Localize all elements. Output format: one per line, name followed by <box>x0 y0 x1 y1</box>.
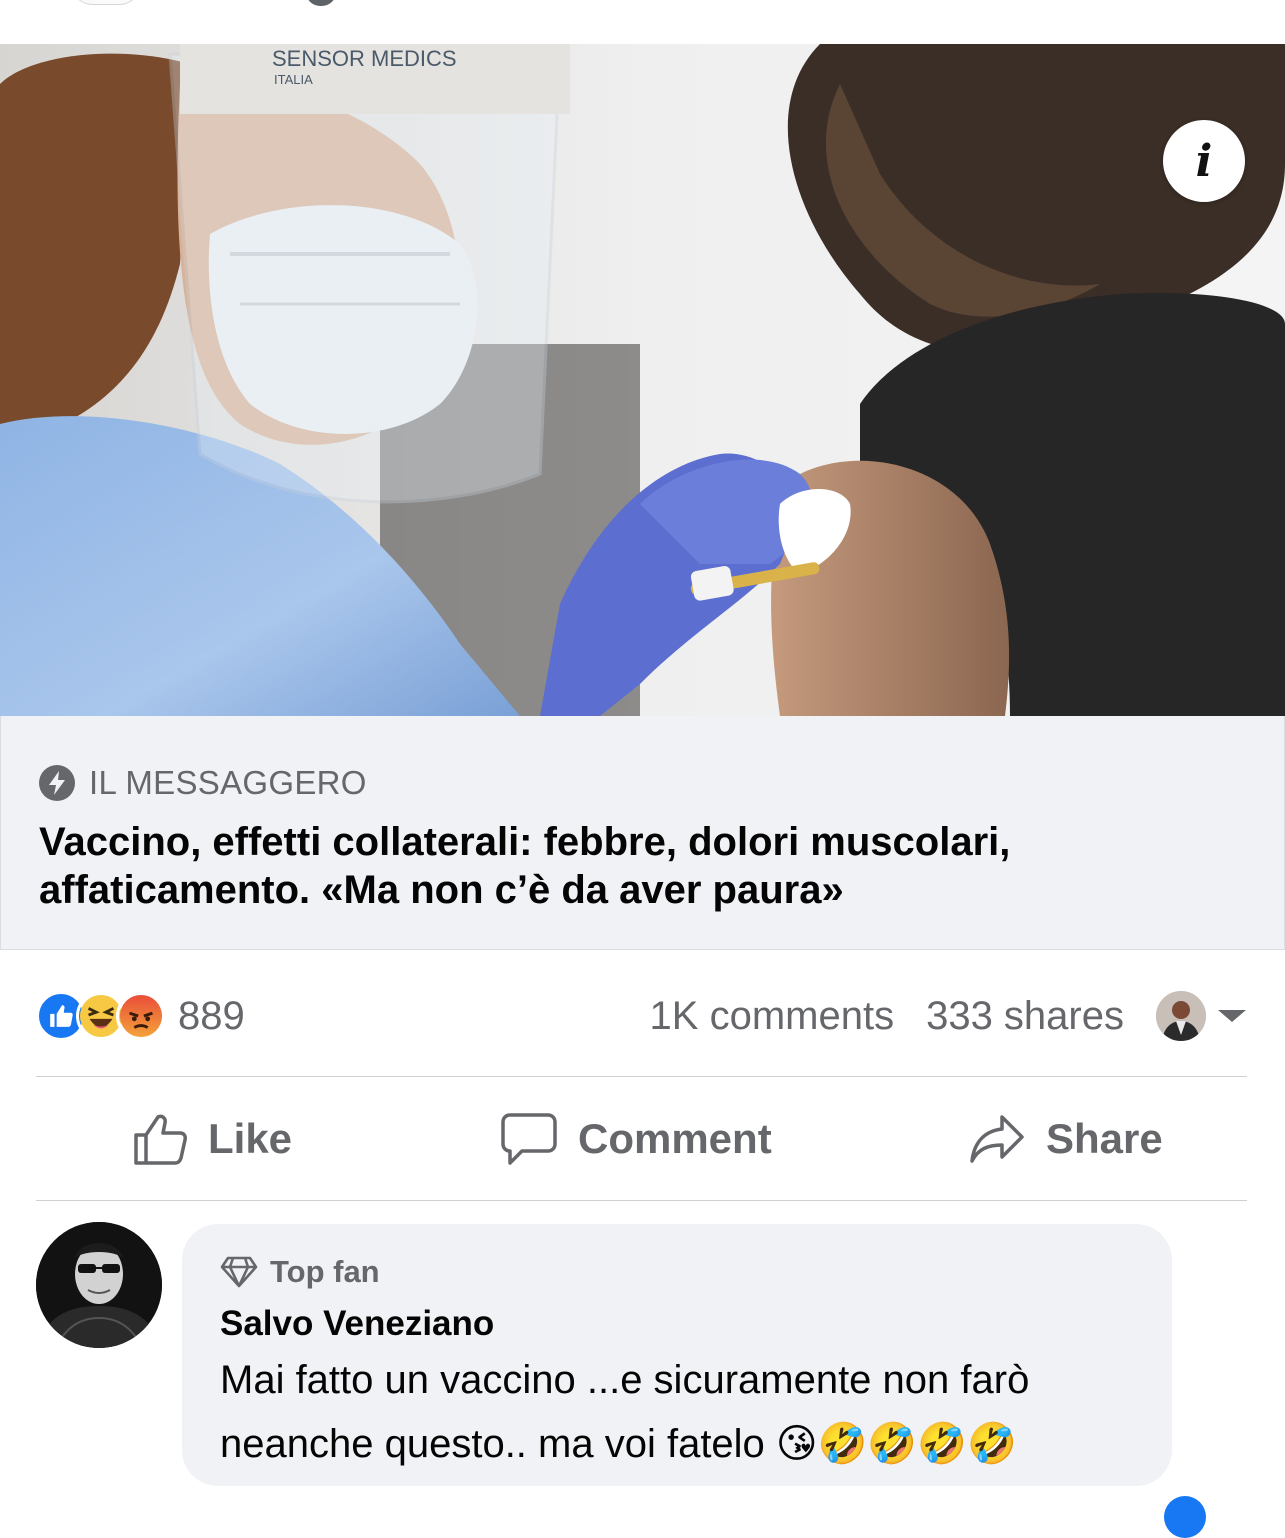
status-dot-edge <box>306 0 336 6</box>
comments-count[interactable]: 1K comments <box>650 994 895 1039</box>
avatar-edge <box>70 0 142 5</box>
post-stats: 889 1K comments 333 shares <box>36 990 1246 1042</box>
top-fan-badge: Top fan <box>220 1254 380 1290</box>
caret-down-icon[interactable] <box>1218 1010 1246 1022</box>
engagement-stats: 1K comments 333 shares <box>650 990 1246 1042</box>
share-label: Share <box>1046 1115 1163 1162</box>
top-fan-label: Top fan <box>270 1254 380 1289</box>
commenter-avatar[interactable] <box>36 1222 162 1348</box>
shield-brand: SENSOR MEDICS <box>272 46 457 71</box>
like-button[interactable]: Like <box>132 1078 292 1200</box>
source-name: IL MESSAGGERO <box>89 764 367 801</box>
speech-bubble-icon <box>501 1113 557 1165</box>
commenter-name[interactable]: Salvo Veneziano <box>220 1304 494 1344</box>
share-button[interactable]: Share <box>968 1078 1163 1200</box>
diamond-icon <box>220 1256 258 1288</box>
comment-text: Mai fatto un vaccino ...e sicuramente no… <box>220 1358 1030 1466</box>
article-image[interactable]: SENSOR MEDICS ITALIA i <box>0 44 1285 716</box>
lightning-icon <box>39 765 75 801</box>
like-label: Like <box>208 1115 293 1162</box>
share-arrow-icon <box>970 1115 1024 1163</box>
angry-icon <box>116 991 166 1041</box>
comment-label: Comment <box>578 1115 772 1162</box>
shares-count[interactable]: 333 shares <box>926 994 1124 1039</box>
post-actions: Like Comment Share <box>36 1078 1247 1200</box>
comment-item: Top fan Salvo Veneziano Mai fatto un vac… <box>36 1222 1248 1506</box>
comment-button[interactable]: Comment <box>500 1078 772 1200</box>
source-row: IL MESSAGGERO <box>39 764 367 802</box>
thumbs-up-icon <box>134 1114 187 1165</box>
viewer-avatar[interactable] <box>1156 991 1206 1041</box>
info-icon[interactable]: i <box>1163 120 1245 202</box>
vaccination-photo: SENSOR MEDICS ITALIA <box>0 44 1285 716</box>
shield-sub: ITALIA <box>274 72 313 87</box>
comment-bubble[interactable]: Top fan Salvo Veneziano Mai fatto un vac… <box>182 1224 1172 1486</box>
divider <box>36 1076 1247 1077</box>
notification-dot <box>1164 1496 1206 1538</box>
article-headline[interactable]: Vaccino, effetti collaterali: febbre, do… <box>39 818 1239 914</box>
reactions-summary[interactable]: 889 <box>36 990 245 1042</box>
reaction-count: 889 <box>178 993 245 1038</box>
divider <box>36 1200 1247 1201</box>
top-bar-remnant <box>0 0 1285 45</box>
link-preview[interactable]: IL MESSAGGERO Vaccino, effetti collatera… <box>0 716 1285 950</box>
